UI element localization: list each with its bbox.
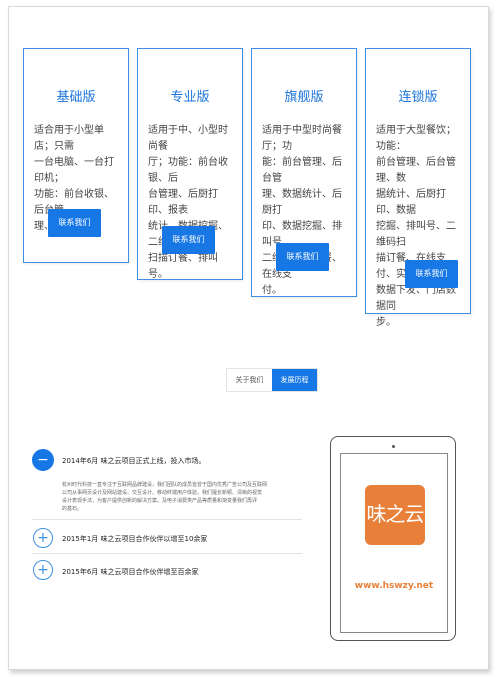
timeline-title: 2015年1月 味之云项目合作伙伴以增至10余家: [62, 535, 208, 543]
divider: [32, 553, 302, 554]
desc-line: 适用于中型时尚餐厅；功: [262, 125, 342, 152]
desc-line: 前台管理、后台管理、数: [376, 157, 456, 184]
timeline-title: 2014年6月 味之云项目正式上线，投入市场。: [62, 457, 206, 465]
plan-card-pro: 专业版 适用于中、小型时尚餐 厅；功能：前台收银、后 台管理、后厨打印、报表 统…: [137, 48, 243, 280]
contact-us-button[interactable]: 联系我们: [405, 260, 458, 288]
contact-us-button[interactable]: 联系我们: [276, 243, 329, 271]
plan-description: 适用于大型餐饮；功能： 前台管理、后台管理、数 据统计、后厨打印、数据 挖掘、排…: [376, 123, 462, 331]
website-url: www.hswzy.net: [354, 581, 434, 591]
desc-line: 一台电脑、一台打印机；: [34, 157, 114, 184]
desc-line: 适合用于小型单店；只需: [34, 125, 104, 152]
plan-card-flagship: 旗舰版 适用于中型时尚餐厅；功 能：前台管理、后台管 理、数据统计、后厨打 印、…: [251, 48, 357, 297]
plan-card-basic: 基础版 适合用于小型单店；只需 一台电脑、一台打印机； 功能：前台收银、后台管 …: [23, 48, 129, 263]
timeline-title: 2015年6月 味之云项目合作伙伴增至百余家: [62, 568, 199, 576]
tab-history[interactable]: 发展历程: [272, 369, 317, 391]
tablet-mockup: 味之云 www.hswzy.net: [330, 436, 456, 641]
timeline-text-line: 的基石。: [62, 506, 83, 512]
plan-description: 适用于中、小型时尚餐 厅；功能：前台收银、后 台管理、后厨打印、报表 统计、数据…: [148, 123, 234, 283]
plan-title: 基础版: [56, 90, 96, 105]
desc-line: 付。: [262, 285, 282, 296]
expand-icon[interactable]: +: [33, 560, 53, 580]
tab-about-us[interactable]: 关于我们: [227, 369, 272, 391]
contact-us-button[interactable]: 联系我们: [162, 226, 215, 254]
logo-text: 味之云: [366, 502, 425, 526]
plan-title: 旗舰版: [284, 90, 324, 105]
desc-line: 据统计、后厨打印、数据: [376, 189, 446, 216]
desc-line: 台管理、后厨打印、报表: [148, 189, 218, 216]
logo-badge: 味之云: [365, 485, 425, 545]
about-tabs: 关于我们 发展历程: [226, 368, 318, 392]
desc-line: 适用于中、小型时尚餐: [148, 125, 228, 152]
desc-line: 扫描订餐、排叫号。: [148, 253, 218, 280]
timeline-text-line: 设计表现手法，为客户提供创新的解决方案。及电子消费类产品等质量和渐变量我们再评: [62, 498, 258, 504]
tablet-screen: 味之云 www.hswzy.net: [340, 453, 448, 633]
timeline-text-line: 杭州时代科技一直专注于互联网品牌建设，我们团队的成员皆曾于国内优秀广告公司及互联…: [62, 482, 268, 488]
desc-line: 能：前台管理、后台管: [262, 157, 342, 184]
plan-title: 连锁版: [398, 90, 438, 105]
collapse-icon[interactable]: −: [32, 449, 54, 471]
desc-line: 厅；功能：前台收银、后: [148, 157, 228, 184]
divider: [32, 519, 302, 520]
contact-us-button[interactable]: 联系我们: [48, 209, 101, 237]
expand-icon[interactable]: +: [33, 528, 53, 548]
camera-icon: [392, 445, 395, 448]
desc-line: 理、数据统计、后厨打: [262, 189, 342, 216]
desc-line: 适用于大型餐饮；功能：: [376, 125, 456, 152]
desc-line: 步。: [376, 317, 396, 328]
plan-title: 专业版: [170, 90, 210, 105]
plan-description: 适用于中型时尚餐厅；功 能：前台管理、后台管 理、数据统计、后厨打 印、数据挖掘…: [262, 123, 348, 299]
desc-line: 挖掘、排叫号、二维码扫: [376, 221, 456, 248]
timeline-text-line: 公司从事网页设计及网站建设、交互设计、移动终端用户体验，我们擅长新颖、清晰的视觉: [62, 490, 263, 496]
plan-card-chain: 连锁版 适用于大型餐饮；功能： 前台管理、后台管理、数 据统计、后厨打印、数据 …: [365, 48, 471, 328]
timeline-text: 杭州时代科技一直专注于互联网品牌建设，我们团队的成员皆曾于国内优秀广告公司及互联…: [62, 481, 272, 513]
